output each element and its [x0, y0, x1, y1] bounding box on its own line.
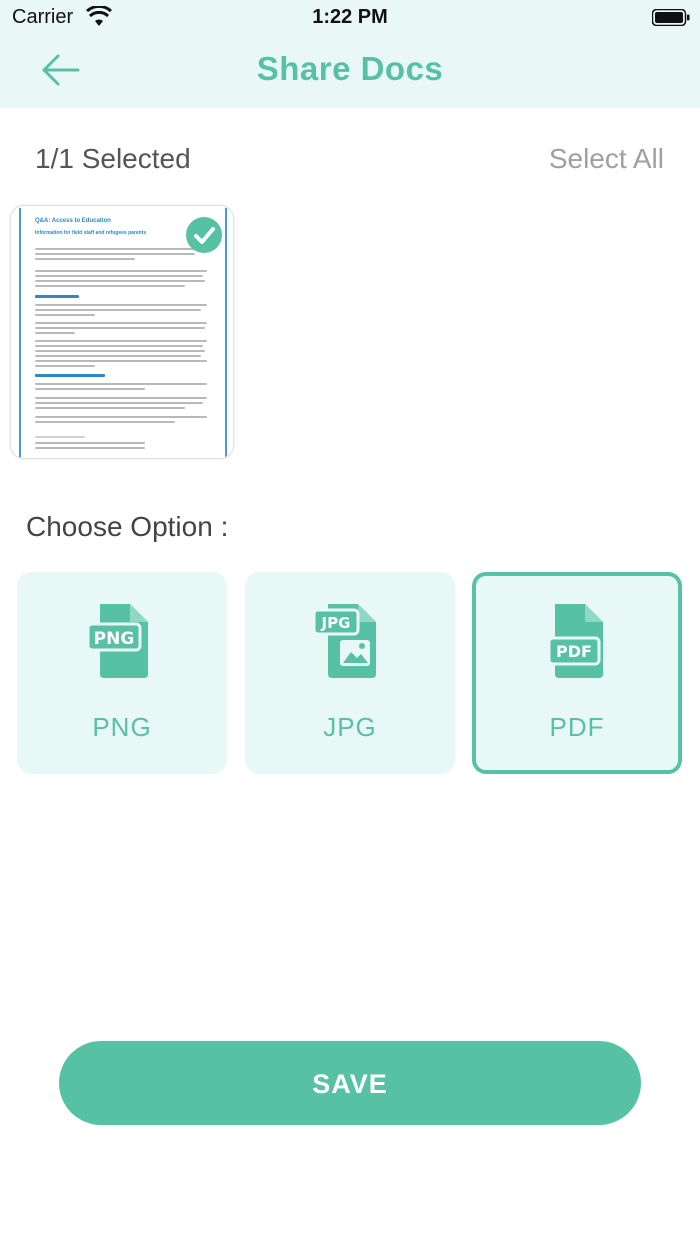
- doc-heading: Q&A: Access to Education: [35, 218, 111, 224]
- doc-text-line: [35, 365, 95, 367]
- png-file-icon: PNG: [86, 604, 148, 678]
- doc-text-line: [35, 397, 207, 399]
- selected-count: 1/1 Selected: [35, 143, 191, 174]
- option-jpg-label: JPG: [323, 712, 377, 742]
- doc-text-line: [35, 416, 207, 418]
- option-pdf[interactable]: PDF PDF: [472, 572, 682, 774]
- option-png[interactable]: PNG PNG: [17, 572, 227, 774]
- doc-text-line: [35, 285, 185, 287]
- select-all-button[interactable]: Select All: [549, 143, 664, 175]
- page-title: Share Docs: [256, 50, 444, 87]
- doc-text-line: [35, 340, 207, 342]
- doc-text-line: [35, 280, 205, 282]
- doc-footnote-divider: [35, 436, 85, 438]
- pdf-file-icon: PDF: [547, 604, 603, 678]
- doc-subheading: Information for field staff and refugees…: [35, 230, 147, 236]
- doc-text-line: [35, 304, 207, 306]
- option-pdf-label: PDF: [549, 712, 605, 742]
- battery-icon: [652, 9, 690, 26]
- doc-section-heading: [35, 374, 105, 377]
- doc-text-line: [35, 332, 75, 334]
- doc-text-line: [35, 350, 205, 352]
- doc-text-line: [35, 322, 207, 324]
- header-bar: Carrier 1:22 PM Share Docs: [0, 0, 700, 108]
- doc-footnote-line: [35, 447, 145, 449]
- doc-text-line: [35, 345, 203, 347]
- doc-text-line: [35, 327, 205, 329]
- doc-text-line: [35, 275, 203, 277]
- doc-text-line: [35, 253, 195, 255]
- doc-text-line: [35, 383, 207, 385]
- doc-footnote-line: [35, 442, 145, 444]
- doc-text-line: [35, 309, 201, 311]
- doc-text-line: [35, 248, 205, 250]
- option-png-label: PNG: [92, 712, 152, 742]
- doc-text-line: [35, 355, 201, 357]
- doc-text-line: [35, 388, 145, 390]
- doc-text-line: [35, 402, 203, 404]
- option-jpg[interactable]: JPG JPG: [245, 572, 455, 774]
- doc-text-line: [35, 314, 95, 316]
- svg-text:PDF: PDF: [556, 642, 592, 661]
- status-time: 1:22 PM: [312, 6, 388, 28]
- save-button[interactable]: SAVE: [59, 1041, 641, 1125]
- choose-option-title: Choose Option :: [26, 511, 229, 542]
- doc-section-heading: [35, 295, 79, 298]
- selected-check-icon[interactable]: [186, 217, 222, 253]
- doc-text-line: [35, 270, 207, 272]
- doc-text-line: [35, 421, 175, 423]
- status-bar: Carrier 1:22 PM: [0, 0, 700, 36]
- doc-text-line: [35, 258, 135, 260]
- svg-text:PNG: PNG: [94, 629, 135, 649]
- jpg-file-icon: JPG: [312, 604, 376, 678]
- doc-text-line: [35, 407, 185, 409]
- doc-text-line: [35, 360, 207, 362]
- svg-text:JPG: JPG: [321, 614, 351, 632]
